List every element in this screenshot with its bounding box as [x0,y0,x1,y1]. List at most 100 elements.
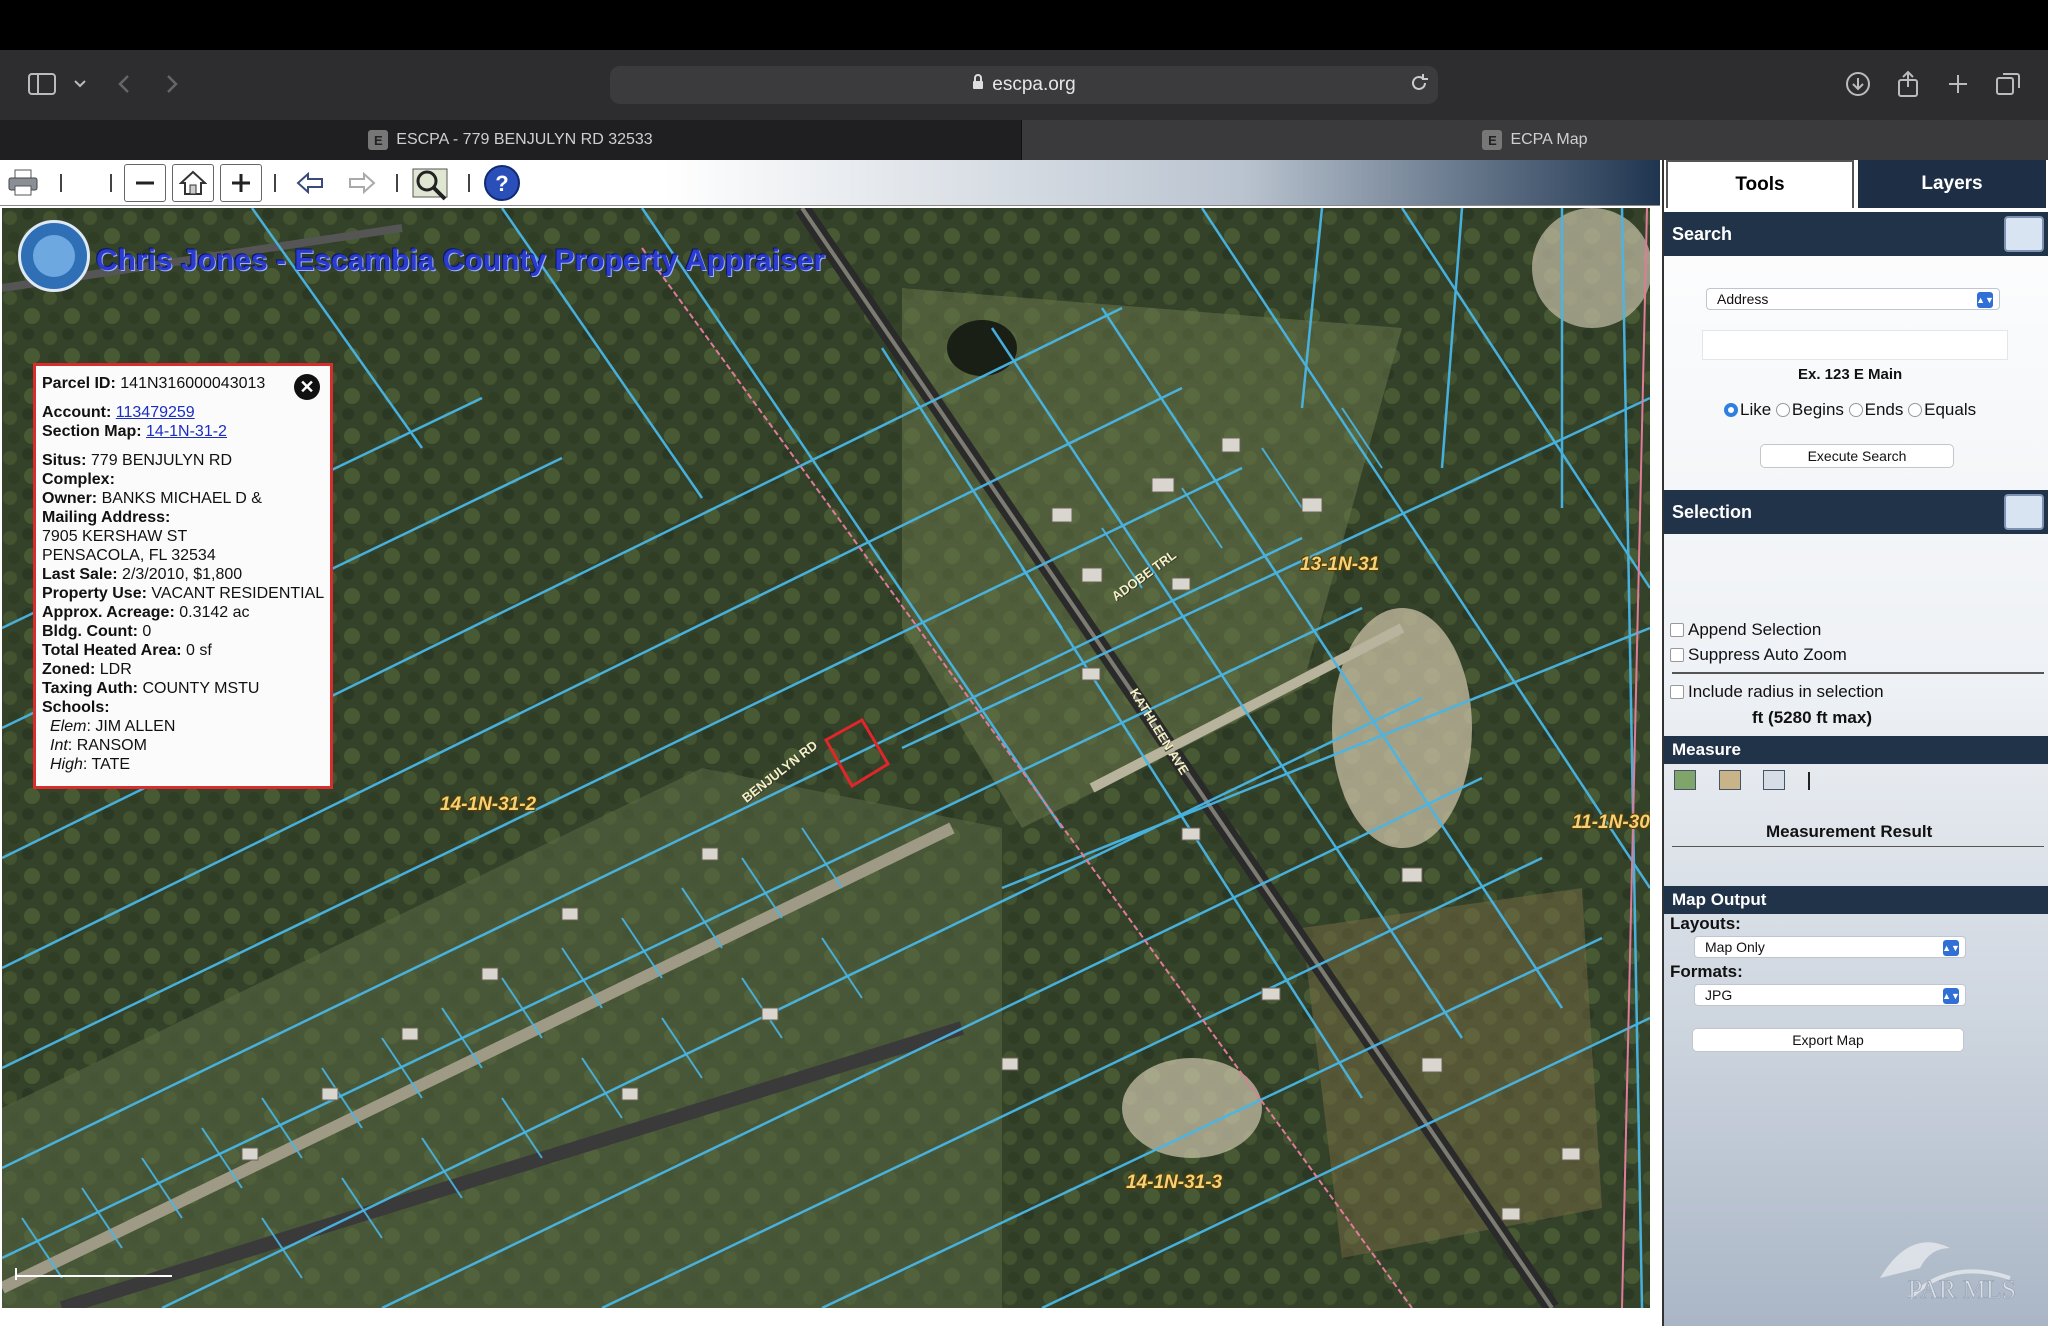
account-link[interactable]: 113479259 [116,404,195,421]
minus-icon [136,181,154,185]
chevron-updown-icon: ▲▼ [1942,940,1960,956]
par-mls-watermark-logo: PAR MLS [1870,1218,2020,1318]
search-type-select[interactable]: Address ▲▼ [1706,288,2000,310]
reload-icon[interactable] [1408,72,1430,100]
export-map-button[interactable]: Export Map [1692,1028,1964,1052]
home-icon [179,170,207,195]
include-radius-checkbox[interactable] [1670,685,1684,699]
section-map-link[interactable]: 14-1N-31-2 [146,423,227,440]
field-label: Situs: [42,452,87,469]
window-top-bar [0,0,2048,50]
school-label: Elem [50,718,87,735]
suppress-zoom-option[interactable]: Suppress Auto Zoom [1670,645,1847,665]
parcel-id: 141N316000043013 [120,375,266,392]
lock-icon [972,74,984,96]
field-label: Section Map: [42,423,142,440]
radius-note: ft (5280 ft max) [1752,708,1872,727]
toolbar-divider [110,174,112,192]
identify-map-icon[interactable] [408,164,454,202]
suppress-zoom-checkbox[interactable] [1670,648,1684,662]
field-label: Account: [42,404,112,421]
radio-like[interactable] [1724,403,1738,417]
field-label: Bldg. Count: [42,623,138,640]
int-school: RANSOM [76,737,147,754]
chevron-down-icon[interactable] [62,66,98,102]
option-label: Include radius in selection [1688,682,1884,701]
selected-value: Map Only [1705,939,1765,955]
map-output-section-header: Map Output [1664,886,2048,914]
close-icon[interactable]: ✕ [294,374,320,400]
help-icon[interactable]: ? [482,164,522,202]
format-select[interactable]: JPG ▲▼ [1694,984,1966,1006]
option-label: Like [1740,400,1772,419]
field-label: Complex: [42,471,115,488]
toolbar-divider [396,174,398,192]
radio-ends[interactable] [1848,403,1863,417]
downloads-icon[interactable] [1840,66,1876,102]
forward-icon[interactable] [154,66,190,102]
section-title: Map Output [1672,890,1767,909]
elem-school: JIM ALLEN [95,718,176,735]
option-label: Equals [1924,400,1977,419]
print-icon[interactable] [6,164,40,202]
measure-location-icon[interactable] [1763,770,1786,790]
execute-search-button[interactable]: Execute Search [1760,444,1954,468]
section-title: Selection [1672,501,1753,522]
tab-layers[interactable]: Layers [1858,160,2046,208]
back-icon[interactable] [106,66,142,102]
map-toolbar: ? [0,160,1660,206]
mailing-line-1: 7905 KERSHAW ST [42,528,188,545]
chevron-updown-icon: ▲▼ [1942,988,1960,1004]
radio-equals[interactable] [1908,403,1923,417]
search-section-header: Search [1664,212,2048,256]
section-label: 14-1N-31-2 [440,794,537,815]
favicon-icon: E [368,130,389,150]
append-selection-checkbox[interactable] [1670,623,1684,637]
field-label: Mailing Address: [42,509,171,526]
map-title: Chris Jones - Escambia County Property A… [96,244,826,277]
share-icon[interactable] [1890,66,1926,102]
new-tab-icon[interactable] [1940,66,1976,102]
layout-select[interactable]: Map Only ▲▼ [1694,936,1966,958]
zoom-out-button[interactable] [124,164,166,202]
chevron-updown-icon: ▲▼ [1976,292,1994,308]
address-bar[interactable]: escpa.org [610,66,1438,104]
search-input[interactable] [1702,330,2008,360]
tab-overview-icon[interactable] [1990,66,2026,102]
previous-extent-icon[interactable] [292,164,328,202]
table-icon[interactable] [2004,216,2044,252]
mailing-line-2: PENSACOLA, FL 32534 [42,547,216,564]
table-icon[interactable] [2004,494,2044,530]
radio-begins[interactable] [1775,403,1790,417]
append-selection-option[interactable]: Append Selection [1670,620,1821,640]
measure-area-icon[interactable] [1674,770,1696,790]
search-example: Ex. 123 E Main [1798,366,1903,383]
selected-value: Address [1717,291,1769,307]
measure-tools [1674,770,1811,795]
tab-tools[interactable]: Tools [1666,160,1854,208]
match-options: Like Begins Ends Equals [1724,400,1976,420]
section-title: Search [1672,223,1733,244]
field-label: Total Heated Area: [42,642,182,659]
acreage-value: 0.3142 ac [179,604,250,621]
school-label: Int [50,737,68,754]
field-label: Owner: [42,490,98,507]
high-school: TATE [91,756,131,773]
measure-section-header: Measure [1664,736,2048,764]
tab-escpa[interactable]: E ESCPA - 779 BENJULYN RD 32533 [0,120,1022,160]
url-text: escpa.org [992,74,1076,95]
field-label: Taxing Auth: [42,680,138,697]
situs-value: 779 BENJULYN RD [90,452,232,469]
measurement-result-label: Measurement Result [1766,822,1933,841]
last-sale-value: 2/3/2010, $1,800 [122,566,243,583]
sidebar-toggle-icon[interactable] [24,66,60,102]
include-radius-option[interactable]: Include radius in selection [1670,682,1884,702]
measure-distance-icon[interactable] [1718,770,1741,790]
next-extent-icon[interactable] [344,164,380,202]
toolbar-divider [274,174,276,192]
tab-ecpa-map[interactable]: E ECPA Map [1022,120,2048,160]
divider [1672,672,2044,674]
zoom-in-button[interactable] [220,164,262,202]
home-extent-button[interactable] [172,164,214,202]
toolbar-divider [468,174,470,192]
